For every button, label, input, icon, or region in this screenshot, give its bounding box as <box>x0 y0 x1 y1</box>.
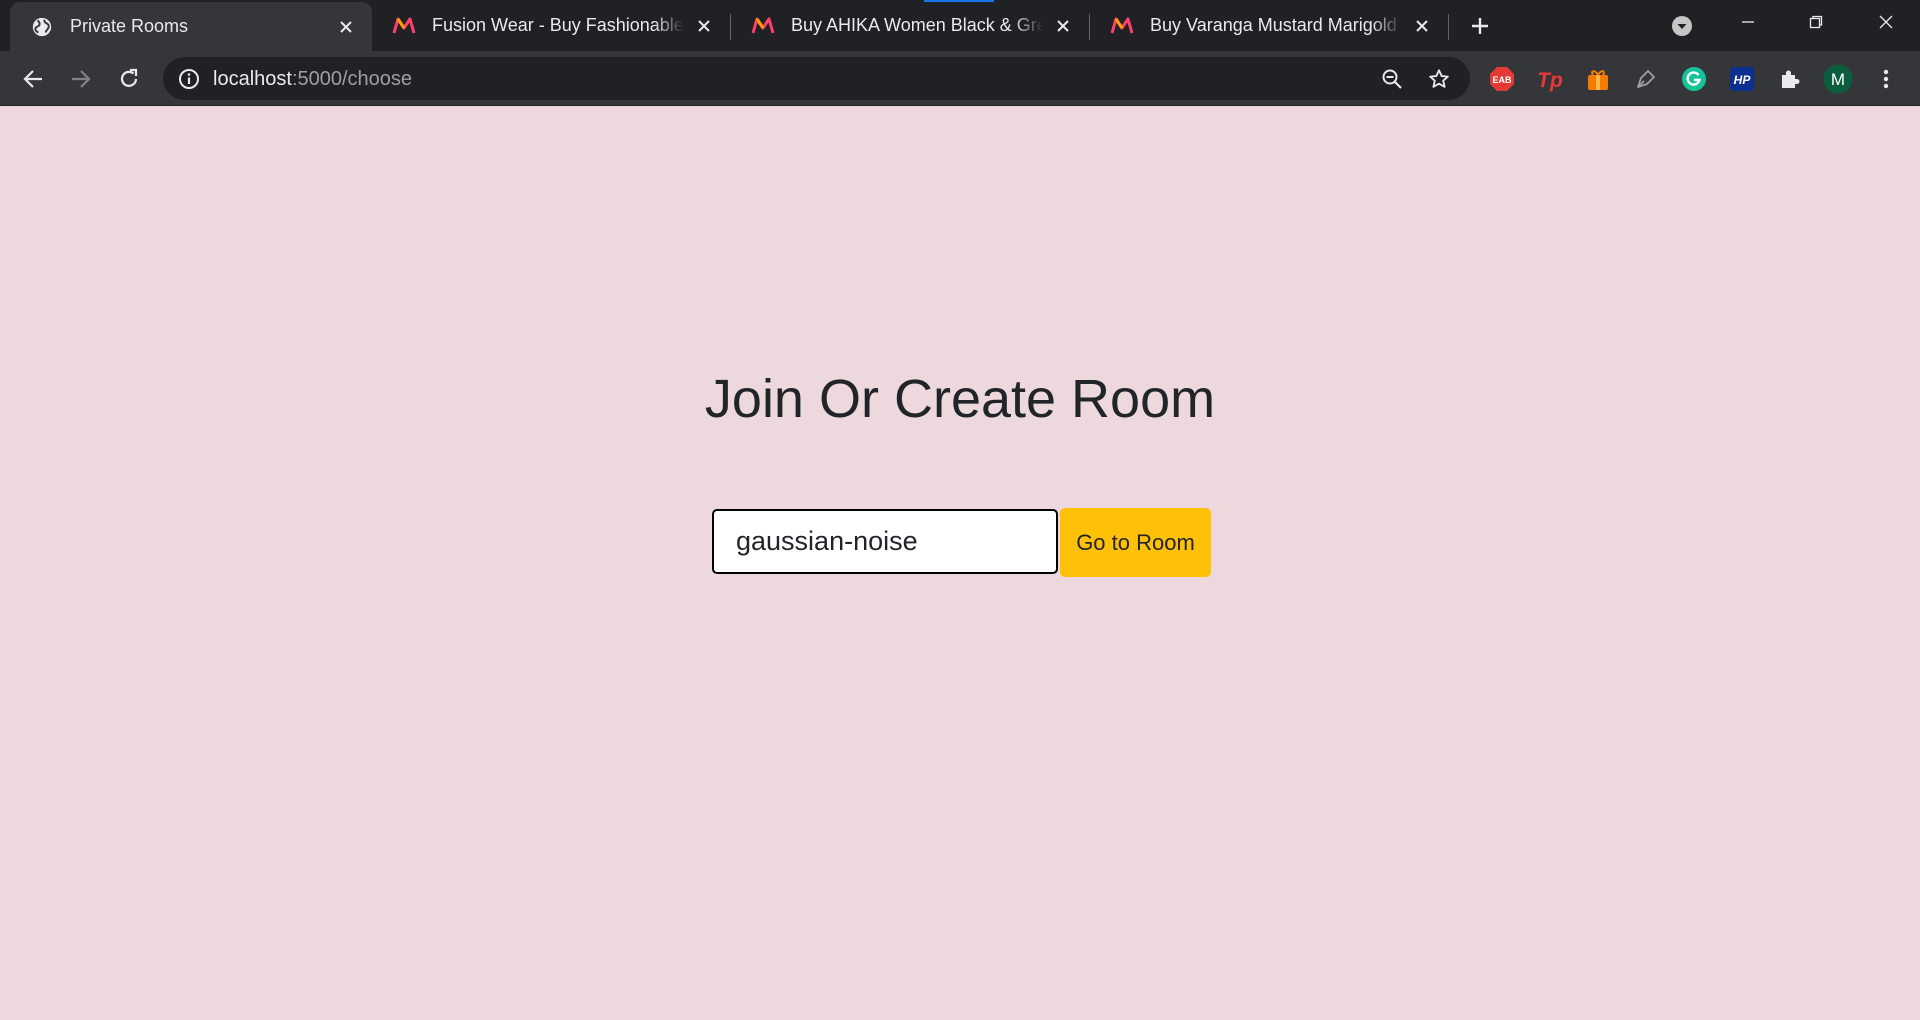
tab-title: Buy Varanga Mustard Marigold Cotton <box>1150 15 1402 35</box>
close-icon[interactable] <box>1051 14 1075 38</box>
hp-extension-icon[interactable]: HP <box>1726 63 1758 95</box>
globe-icon <box>30 15 54 39</box>
tab-search-icon[interactable] <box>1668 12 1696 40</box>
tab-title: Fusion Wear - Buy Fashionable Ethnic <box>432 15 684 35</box>
profile-avatar[interactable]: M <box>1822 63 1854 95</box>
minimize-icon[interactable] <box>1714 0 1782 44</box>
tab-fusion-wear[interactable]: Fusion Wear - Buy Fashionable Ethnic <box>372 0 730 51</box>
restore-icon[interactable] <box>1782 0 1850 44</box>
svg-text:HP: HP <box>1734 73 1752 87</box>
room-form: Go to Room <box>712 508 1211 577</box>
puzzle-extensions-icon[interactable] <box>1774 63 1806 95</box>
url-path: :5000/choose <box>291 68 413 90</box>
grammarly-extension-icon[interactable] <box>1678 63 1710 95</box>
myntra-logo-icon <box>392 14 416 38</box>
close-icon[interactable] <box>1410 14 1434 38</box>
gift-extension-icon[interactable] <box>1582 63 1614 95</box>
tp-extension-icon[interactable]: Tp <box>1534 63 1566 95</box>
page-content: Join Or Create Room Go to Room <box>0 106 1920 1020</box>
bookmark-star-icon[interactable] <box>1426 66 1452 92</box>
url-host: localhost <box>213 68 292 90</box>
room-name-input[interactable] <box>712 509 1058 574</box>
tab-title: Buy AHIKA Women Black & Green <box>791 15 1043 35</box>
tab-ahika[interactable]: Buy AHIKA Women Black & Green <box>731 0 1089 51</box>
tab-strip: Private Rooms Fusion Wear - Buy Fashiona… <box>0 0 1920 51</box>
close-icon[interactable] <box>692 14 716 38</box>
myntra-logo-icon <box>1110 14 1134 38</box>
site-info-icon[interactable] <box>177 67 201 91</box>
address-bar[interactable]: localhost:5000/choose <box>163 57 1470 100</box>
new-tab-icon[interactable] <box>1466 12 1494 40</box>
page-heading: Join Or Create Room <box>704 369 1216 429</box>
tab-loading-indicator <box>924 0 994 2</box>
svg-text:Tp: Tp <box>1537 69 1563 92</box>
zoom-out-icon[interactable] <box>1379 66 1405 92</box>
back-arrow-icon[interactable] <box>17 63 49 95</box>
chrome-menu-icon[interactable] <box>1870 63 1902 95</box>
tab-varanga[interactable]: Buy Varanga Mustard Marigold Cotton <box>1090 0 1448 51</box>
tab-private-rooms[interactable]: Private Rooms <box>10 2 372 51</box>
myntra-logo-icon <box>751 14 775 38</box>
go-to-room-button[interactable]: Go to Room <box>1060 508 1211 577</box>
address-url: localhost:5000/choose <box>213 68 412 91</box>
tab-separator <box>1448 14 1449 40</box>
tab-title: Private Rooms <box>70 16 189 36</box>
close-icon[interactable] <box>334 15 358 39</box>
profile-initial: M <box>1831 70 1845 89</box>
forward-arrow-icon[interactable] <box>65 63 97 95</box>
browser-toolbar: localhost:5000/choose EAB Tp HP M <box>0 51 1920 106</box>
reload-icon[interactable] <box>113 63 145 95</box>
pen-extension-icon[interactable] <box>1630 63 1662 95</box>
close-window-icon[interactable] <box>1852 0 1920 44</box>
svg-text:EAB: EAB <box>1492 75 1512 85</box>
eab-extension-icon[interactable]: EAB <box>1486 63 1518 95</box>
